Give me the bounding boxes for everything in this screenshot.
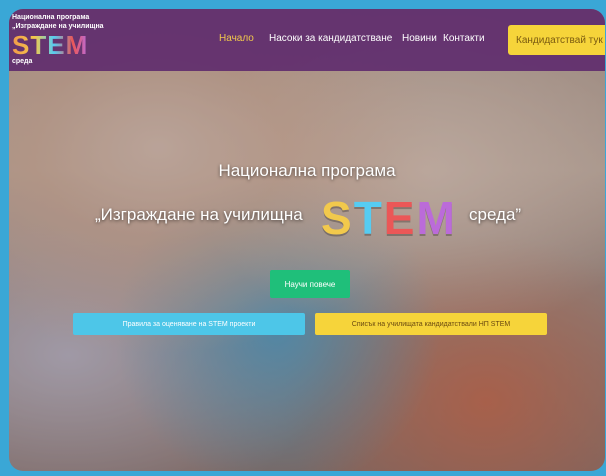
- stem-letter-e: E: [383, 192, 417, 244]
- evaluation-rules-button[interactable]: Правила за оценяване на STEM проекти: [73, 313, 305, 335]
- nav-item-guidelines[interactable]: Насоки за кандидатстване: [269, 33, 392, 44]
- hero-stem-logo: STEM: [321, 193, 457, 243]
- stem-letter-t: T: [353, 192, 384, 244]
- navbar: Национална програма „Изграждане на учили…: [9, 9, 605, 71]
- learn-more-button[interactable]: Научи повече: [270, 270, 350, 298]
- stem-letter-s: S: [321, 192, 354, 244]
- applicants-list-button[interactable]: Списък на училищата кандидатствали НП ST…: [315, 313, 547, 335]
- browser-frame: Национална програма „Изграждане на учили…: [9, 9, 605, 471]
- hero-pre-title: Национална програма: [218, 161, 396, 180]
- nav-item-contacts[interactable]: Контакти: [443, 33, 485, 44]
- hero-title-start: „Изграждане на училищна: [95, 205, 303, 224]
- hero-background-image: [9, 9, 605, 471]
- hero-title-end: среда”: [469, 205, 522, 224]
- site-logo[interactable]: Национална програма „Изграждане на учили…: [12, 12, 132, 68]
- stem-letter-m: M: [416, 192, 457, 244]
- logo-line3: среда: [12, 58, 33, 65]
- logo-stem-text: STEM: [12, 30, 89, 60]
- logo-line1: Национална програма: [12, 14, 90, 21]
- apply-button[interactable]: Кандидатствай тук: [508, 25, 605, 55]
- logo-line2: „Изграждане на училищна: [12, 23, 104, 30]
- nav-item-home[interactable]: Начало: [219, 33, 254, 44]
- nav-item-news[interactable]: Новини: [402, 33, 437, 44]
